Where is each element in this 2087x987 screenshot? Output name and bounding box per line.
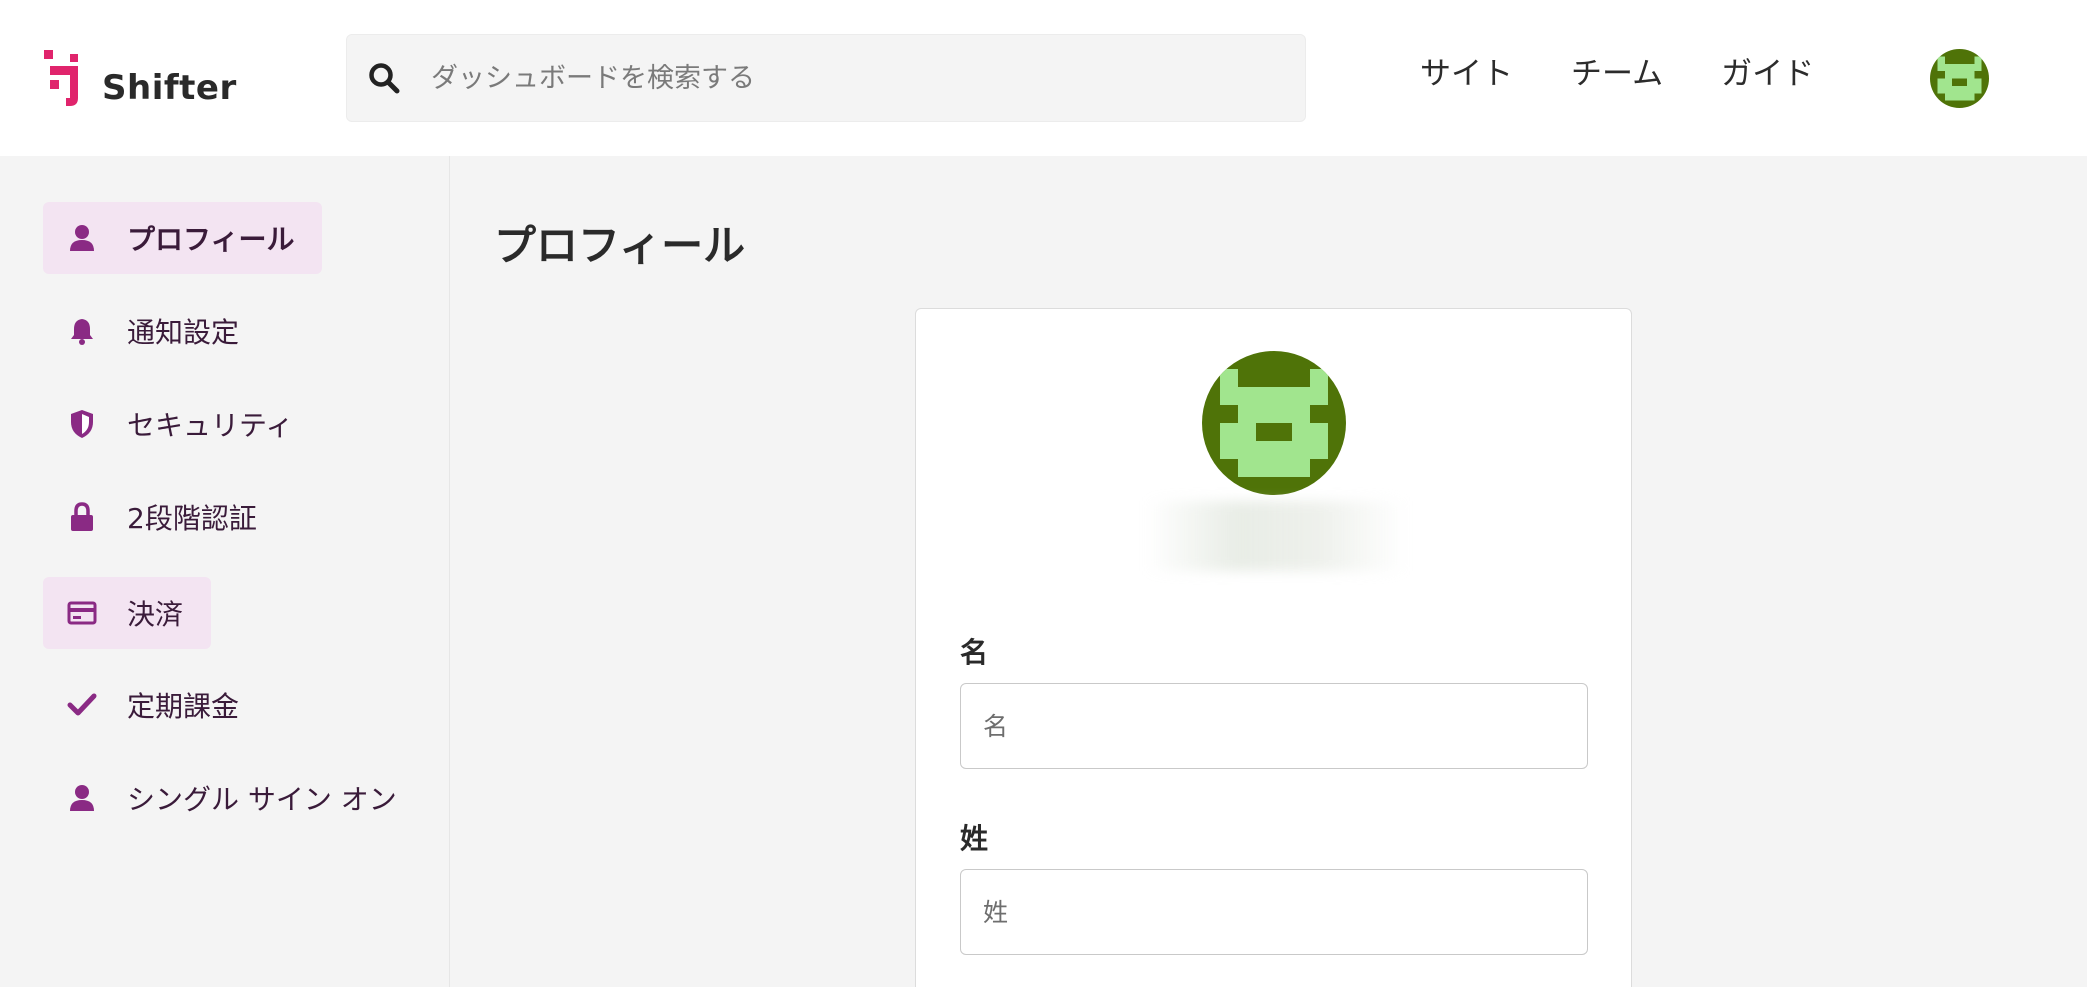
lock-icon bbox=[67, 502, 97, 532]
check-icon bbox=[67, 690, 97, 720]
shield-icon bbox=[67, 409, 97, 439]
user-icon bbox=[67, 223, 97, 253]
nav-link-team[interactable]: チーム bbox=[1571, 48, 1663, 93]
sidebar-item-label: 通知設定 bbox=[127, 316, 240, 349]
user-avatar[interactable] bbox=[1930, 49, 1989, 108]
sidebar-item-label: 2段階認証 bbox=[127, 502, 257, 535]
profile-avatar[interactable] bbox=[1202, 351, 1346, 495]
dashboard-search[interactable] bbox=[346, 34, 1306, 122]
profile-card: 名 姓 bbox=[915, 308, 1632, 987]
last-name-label: 姓 bbox=[960, 822, 989, 855]
avatar-identicon bbox=[1930, 49, 1989, 108]
sidebar-item-sso[interactable]: シングル サイン オン bbox=[43, 762, 425, 834]
sidebar-item-security[interactable]: セキュリティ bbox=[43, 388, 321, 460]
top-nav: サイト チーム ガイド bbox=[1420, 48, 1872, 93]
top-header: Shifter サイト チーム ガイド bbox=[0, 0, 2087, 156]
redacted-username bbox=[1146, 501, 1406, 571]
search-icon bbox=[369, 63, 400, 94]
user-icon bbox=[67, 783, 97, 813]
sidebar-item-payment[interactable]: 決済 bbox=[43, 577, 212, 649]
sidebar-item-notifications[interactable]: 通知設定 bbox=[43, 295, 267, 367]
first-name-label: 名 bbox=[960, 636, 989, 669]
nav-link-guide[interactable]: ガイド bbox=[1721, 48, 1814, 93]
sidebar-item-label: 決済 bbox=[127, 598, 184, 631]
sidebar-item-label: プロフィール bbox=[127, 223, 295, 256]
sidebar-item-profile[interactable]: プロフィール bbox=[43, 202, 323, 274]
shifter-logo-icon bbox=[44, 50, 78, 106]
brand-name: Shifter bbox=[102, 68, 237, 108]
nav-link-sites[interactable]: サイト bbox=[1420, 48, 1513, 93]
search-input[interactable] bbox=[431, 62, 1291, 94]
first-name-field[interactable] bbox=[960, 683, 1588, 769]
sidebar-item-two-factor[interactable]: 2段階認証 bbox=[43, 481, 285, 553]
last-name-field[interactable] bbox=[960, 869, 1588, 955]
bell-icon bbox=[67, 316, 97, 346]
page-title: プロフィール bbox=[494, 221, 746, 270]
sidebar-item-label: 定期課金 bbox=[127, 690, 240, 723]
sidebar-item-label: シングル サイン オン bbox=[127, 783, 397, 816]
avatar-identicon bbox=[1202, 351, 1346, 495]
settings-sidebar: プロフィール 通知設定 セキュリティ 2段階認証 決済 定期課金 シングル サイ… bbox=[0, 156, 450, 987]
shifter-logo[interactable]: Shifter bbox=[44, 50, 237, 108]
sidebar-item-label: セキュリティ bbox=[127, 409, 294, 442]
credit-card-icon bbox=[67, 598, 97, 628]
sidebar-item-subscription[interactable]: 定期課金 bbox=[43, 669, 267, 741]
